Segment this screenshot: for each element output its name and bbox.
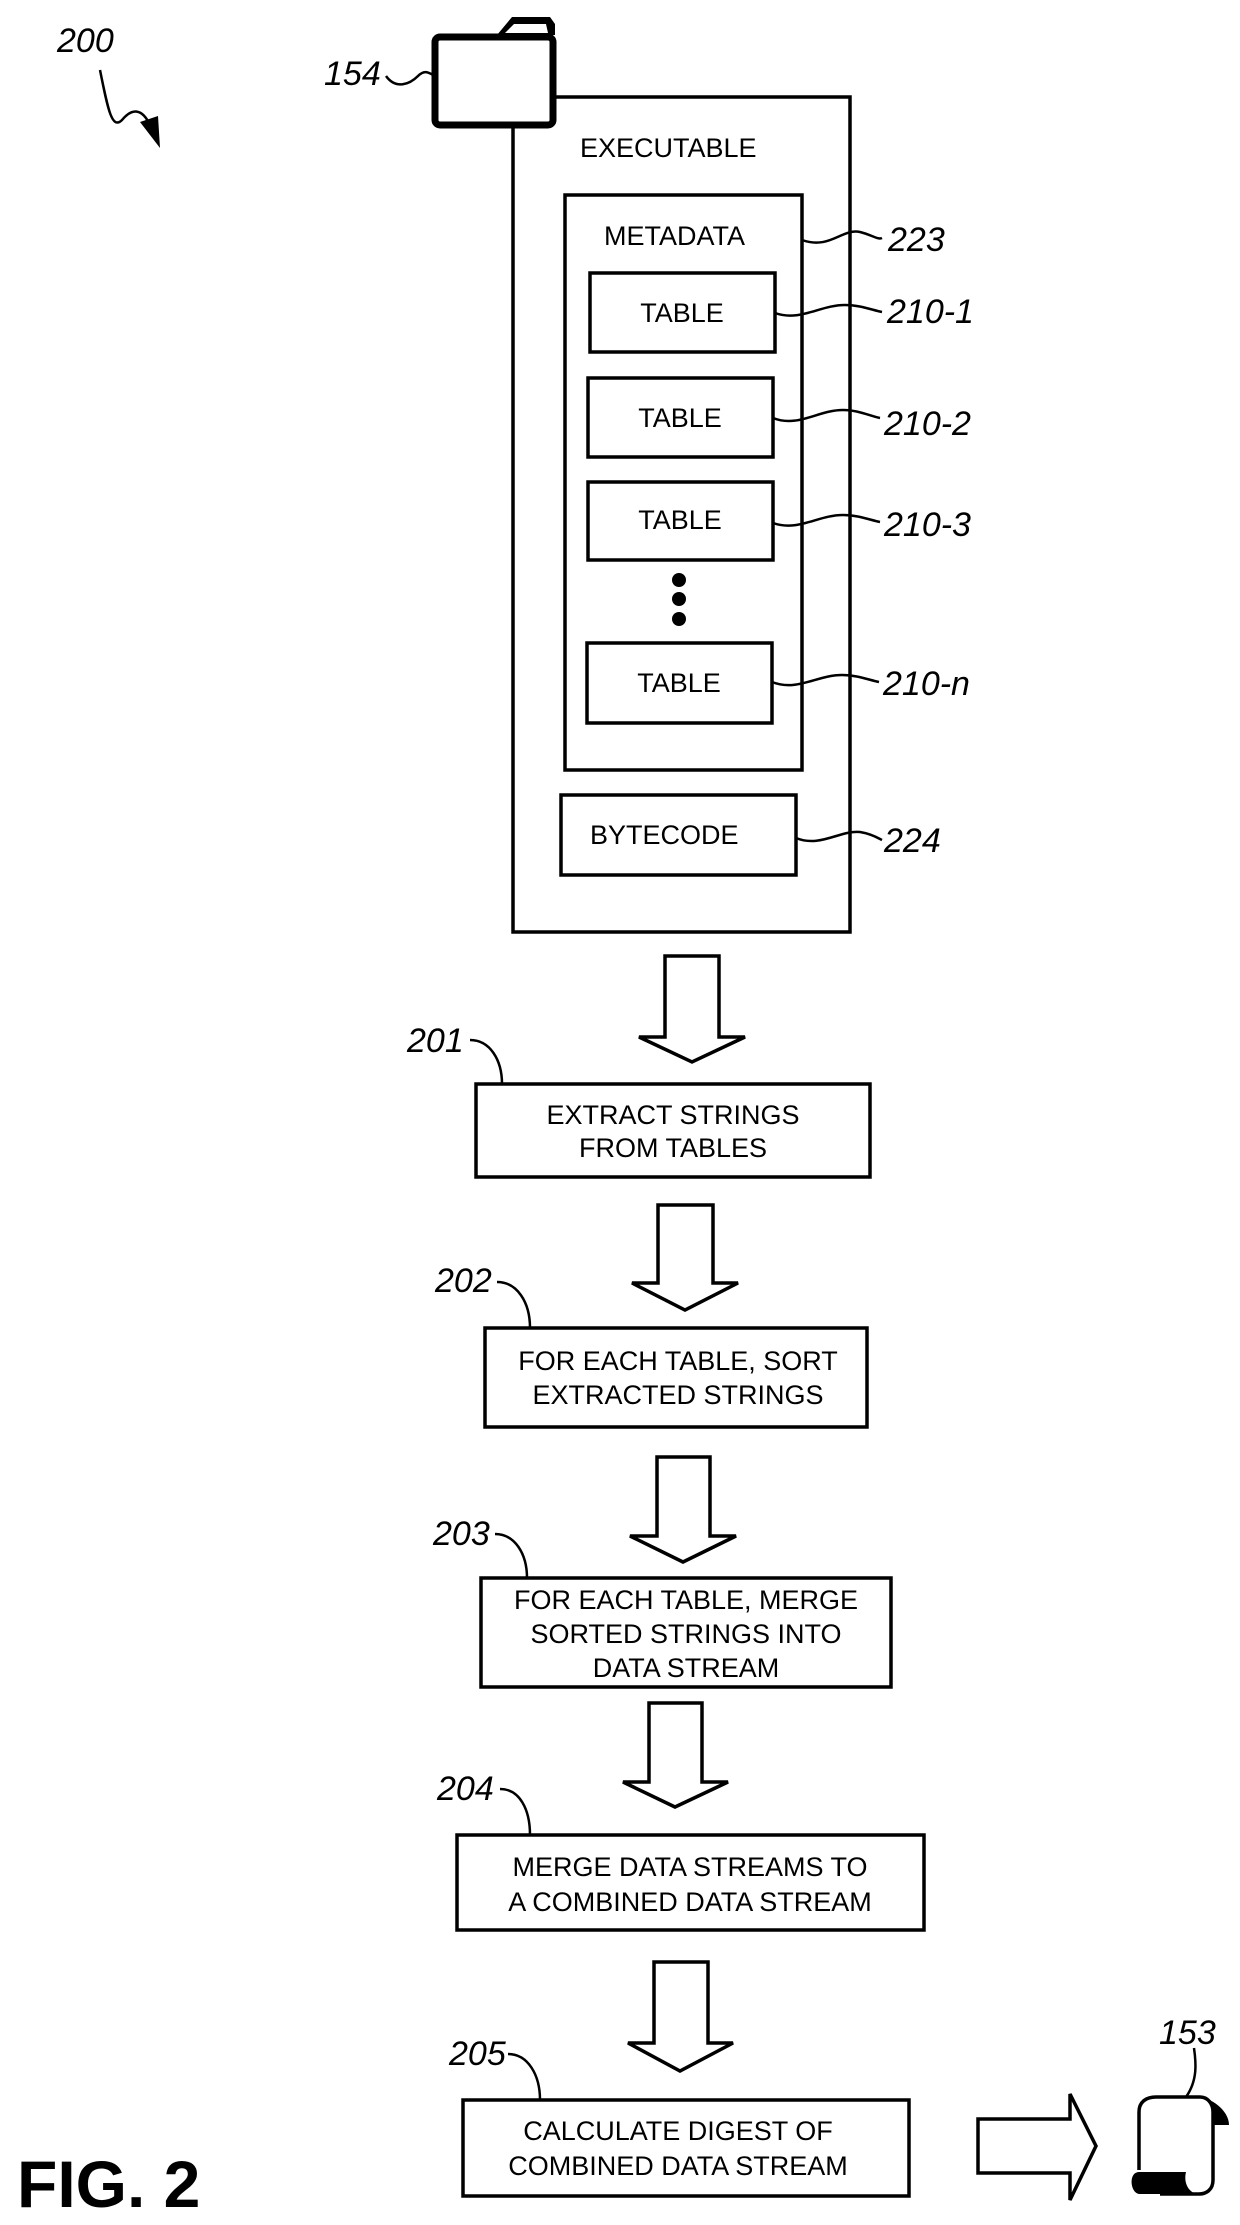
step-text-line: MERGE DATA STREAMS TO bbox=[512, 1852, 867, 1882]
step-ref-label: 201 bbox=[406, 1022, 464, 1060]
output-ref-leader bbox=[1184, 2047, 1197, 2098]
table-ref-leader bbox=[772, 408, 881, 423]
table-label: TABLE bbox=[638, 403, 722, 433]
step-text-line: DATA STREAM bbox=[593, 1653, 780, 1683]
down-arrow-icon bbox=[631, 1203, 739, 1312]
table-label: TABLE bbox=[638, 505, 722, 535]
step-ref-label: 205 bbox=[448, 2035, 506, 2073]
step-text-line: FOR EACH TABLE, SORT bbox=[518, 1346, 838, 1376]
step-text-line: FROM TABLES bbox=[579, 1133, 767, 1163]
executable-label: EXECUTABLE bbox=[580, 133, 757, 163]
step-ref-leader bbox=[499, 1787, 532, 1836]
bytecode-ref-label: 224 bbox=[883, 822, 941, 860]
step-ref-label: 203 bbox=[432, 1515, 490, 1553]
bytecode-label: BYTECODE bbox=[590, 820, 739, 850]
table-label: TABLE bbox=[637, 668, 721, 698]
table-ref-label: 210-1 bbox=[886, 293, 974, 331]
step-ref-label: 202 bbox=[434, 1262, 492, 1300]
down-arrow-icon bbox=[622, 1701, 729, 1809]
table-item: TABLE 210-3 bbox=[586, 480, 971, 562]
step-text-line: SORTED STRINGS INTO bbox=[530, 1619, 841, 1649]
step-text-line: CALCULATE DIGEST OF bbox=[523, 2116, 833, 2146]
folder-icon bbox=[431, 17, 557, 129]
step-text-line: FOR EACH TABLE, MERGE bbox=[514, 1585, 858, 1615]
diagram-ref-label: 200 bbox=[56, 22, 114, 60]
table-ref-leader bbox=[771, 673, 880, 687]
step-box-201: EXTRACT STRINGS FROM TABLES 201 bbox=[406, 1022, 872, 1179]
metadata-label: METADATA bbox=[604, 221, 745, 251]
right-arrow-icon bbox=[976, 2093, 1098, 2201]
executable-ref-label: 154 bbox=[324, 55, 381, 93]
table-item: TABLE 210-1 bbox=[588, 271, 974, 354]
diagram-ref-arrowhead bbox=[140, 116, 160, 148]
diagram-ref-squiggle bbox=[98, 69, 152, 126]
step-text-line: COMBINED DATA STREAM bbox=[508, 2151, 848, 2181]
table-ref-label: 210-3 bbox=[883, 506, 971, 544]
step-ref-leader bbox=[494, 1532, 529, 1579]
table-ref-leader bbox=[774, 303, 883, 317]
flow-diagram: 200 154 EXECUTABLE METADATA 223 TABLE 21… bbox=[17, 17, 1229, 2221]
down-arrow-icon bbox=[627, 1960, 734, 2073]
step-ref-leader bbox=[496, 1280, 532, 1329]
step-text-line: EXTRACTED STRINGS bbox=[532, 1380, 823, 1410]
table-ref-leader bbox=[772, 513, 881, 527]
table-label: TABLE bbox=[640, 298, 724, 328]
step-ref-leader bbox=[469, 1038, 504, 1085]
step-text-line: EXTRACT STRINGS bbox=[546, 1100, 799, 1130]
bytecode-ref-leader bbox=[795, 830, 883, 843]
step-ref-label: 204 bbox=[436, 1770, 494, 1808]
metadata-ref-leader bbox=[801, 230, 883, 244]
output-ref-label: 153 bbox=[1159, 2014, 1216, 2052]
down-arrow-icon bbox=[629, 1455, 737, 1564]
figure-title: FIG. 2 bbox=[17, 2147, 200, 2221]
step-ref-leader bbox=[507, 2052, 542, 2101]
table-item: TABLE 210-n bbox=[585, 641, 970, 725]
table-ref-label: 210-2 bbox=[883, 405, 971, 443]
table-item: TABLE 210-2 bbox=[586, 376, 971, 459]
scroll-document-icon bbox=[1131, 2095, 1229, 2196]
table-ref-label: 210-n bbox=[882, 665, 970, 703]
executable-ref-leader bbox=[384, 70, 434, 86]
down-arrow-icon bbox=[638, 954, 746, 1064]
ellipsis-dots bbox=[672, 573, 686, 626]
step-text-line: A COMBINED DATA STREAM bbox=[508, 1887, 872, 1917]
metadata-ref-label: 223 bbox=[887, 221, 945, 259]
